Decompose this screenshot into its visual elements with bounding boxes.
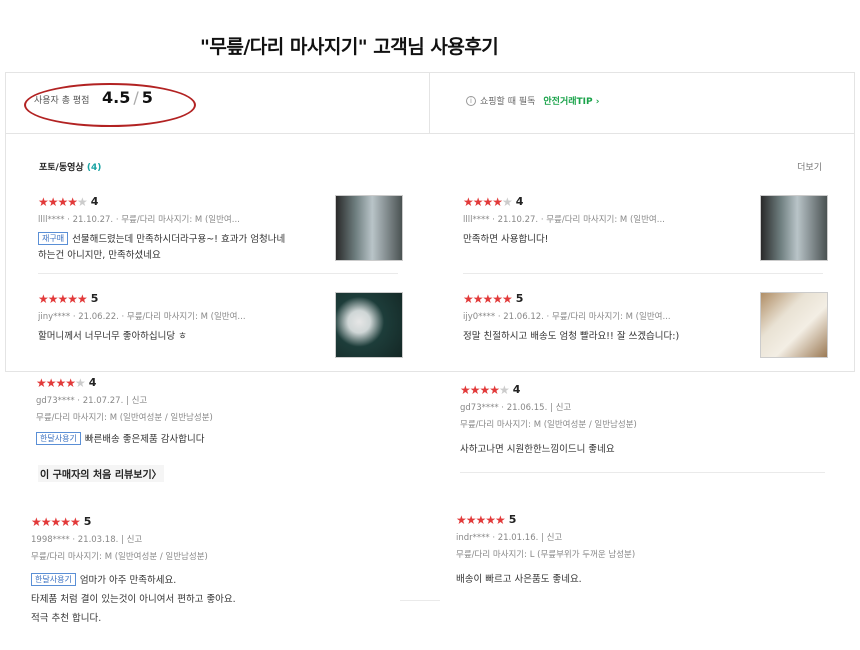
review-photo[interactable] [335,292,403,358]
report-link[interactable]: 신고 [556,403,572,413]
photo-review: ★★★★★ 4 llll**** · 21.10.27. · 무릎/다리 마사지기… [38,191,418,264]
slash: / [133,88,139,107]
review-text-line: 타제품 처럼 결이 있는것이 아니여서 편하고 좋아요. [31,594,236,605]
review-meta: llll**** · 21.10.27. · 무릎/다리 마사지기: M (일반… [38,215,240,225]
review-score: 4 [90,195,99,208]
review-text: 한달사용기 빠른배송 좋은제품 감사합니다 [36,432,416,448]
month-use-badge: 한달사용기 [36,432,81,445]
photo-review: ★★★★★ 5 jiny**** · 21.06.22. · 무릎/다리 마사지기… [38,288,418,358]
repurchase-badge: 재구매 [38,232,69,245]
first-review-link[interactable]: 이 구매자의 처음 리뷰보기〉 [38,465,164,482]
star-rating: ★★★★★ [460,383,510,397]
tip-text: 쇼핑할 때 필독 [480,97,536,107]
review-meta: gd73**** · 21.06.15. | 신고 [460,403,572,413]
review-score: 4 [512,383,521,396]
report-link[interactable]: 신고 [127,535,143,545]
month-use-badge: 한달사용기 [31,573,76,586]
review-text-line: 적극 추천 합니다. [31,613,102,624]
page-title: "무릎/다리 마사지기" 고객님 사용후기 [200,36,499,58]
review-photo[interactable] [760,195,828,261]
divider [6,133,854,134]
review-score: 4 [88,376,97,389]
review-photo[interactable] [760,292,828,358]
row-divider [38,273,398,274]
review-summary-panel: 사용자 총 평점 4.5/5 i 쇼핑할 때 필독 안전거래TIP › 포토/동… [5,72,855,372]
more-link[interactable]: 더보기 [797,160,822,173]
score-value: 4.5 [102,88,131,107]
safe-tip: i 쇼핑할 때 필독 안전거래TIP › [466,94,599,107]
review-meta: indr**** · 21.01.16. | 신고 [456,533,563,543]
review-meta: gd73**** · 21.07.27. | 신고 [36,396,148,406]
review-text: 정말 친절하시고 배송도 엄청 빨라요!! 잘 쓰겠습니다:) [463,331,680,342]
review-text: 만족하면 사용합니다! [463,234,549,245]
text-review: ★★★★★ 5 1998**** · 21.03.18. | 신고 무릎/다리 마… [31,511,411,628]
report-link[interactable]: 신고 [132,396,148,406]
review-option: 무릎/다리 마사지기: L (무릎부위가 두꺼운 남성분) [456,550,636,560]
review-meta: 1998**** · 21.03.18. | 신고 [31,535,143,545]
review-option: 무릎/다리 마사지기: M (일반여성분 / 일반남성분) [36,413,213,423]
row-divider [463,273,823,274]
row-divider [400,600,440,601]
star-rating: ★★★★★ [463,292,513,306]
rating-label: 사용자 총 평점 [34,96,90,106]
review-text: 한달사용기 엄마가 아주 만족하세요. 타제품 처럼 결이 있는것이 아니여서 편… [31,571,411,628]
review-meta: llll**** · 21.10.27. · 무릎/다리 마사지기: M (일반… [463,215,665,225]
text-review: ★★★★★ 4 gd73**** · 21.06.15. | 신고 무릎/다리 마… [460,379,840,458]
review-score: 4 [515,195,524,208]
score-max: 5 [141,88,153,107]
review-meta: ijy0**** · 21.06.12. · 무릎/다리 마사지기: M (일반… [463,312,671,322]
review-text: 배송이 빠르고 사은품도 좋네요. [456,574,582,585]
review-option: 무릎/다리 마사지기: M (일반여성분 / 일반남성분) [31,552,208,562]
text-review: ★★★★★ 5 indr**** · 21.01.16. | 신고 무릎/다리 마… [456,509,836,588]
star-rating: ★★★★★ [38,195,88,209]
photo-section-header: 포토/동영상 (4) [39,163,102,173]
report-link[interactable]: 신고 [547,533,563,543]
rating-score: 4.5/5 [102,88,153,107]
safe-trade-tip-link[interactable]: 안전거래TIP › [543,94,599,107]
info-icon: i [466,95,476,106]
review-option: 무릎/다리 마사지기: M (일반여성분 / 일반남성분) [460,420,637,430]
star-rating: ★★★★★ [36,376,86,390]
star-rating: ★★★★★ [31,515,81,529]
review-score: 5 [515,292,524,305]
row-divider [460,472,825,473]
review-text: 할머니께서 너무너무 좋아하십니당 ㅎ [38,331,187,342]
review-text: 사하고나면 시원한한느낌이드니 좋네요 [460,444,615,455]
review-meta: jiny**** · 21.06.22. · 무릎/다리 마사지기: M (일반… [38,312,246,322]
review-score: 5 [508,513,517,526]
review-score: 5 [90,292,99,305]
review-photo[interactable] [335,195,403,261]
review-score: 5 [83,515,92,528]
review-text: 재구매 선물해드렸는데 만족하시더라구용~! 효과가 엄청나네 하는건 아니지만,… [38,232,286,261]
star-rating: ★★★★★ [456,513,506,527]
photo-review: ★★★★★ 4 llll**** · 21.10.27. · 무릎/다리 마사지기… [463,191,843,261]
star-rating: ★★★★★ [463,195,513,209]
rating-box: 사용자 총 평점 4.5/5 [6,73,430,133]
text-review: ★★★★★ 4 gd73**** · 21.07.27. | 신고 무릎/다리 마… [36,372,416,448]
photo-review: ★★★★★ 5 ijy0**** · 21.06.12. · 무릎/다리 마사지기… [463,288,843,358]
star-rating: ★★★★★ [38,292,88,306]
